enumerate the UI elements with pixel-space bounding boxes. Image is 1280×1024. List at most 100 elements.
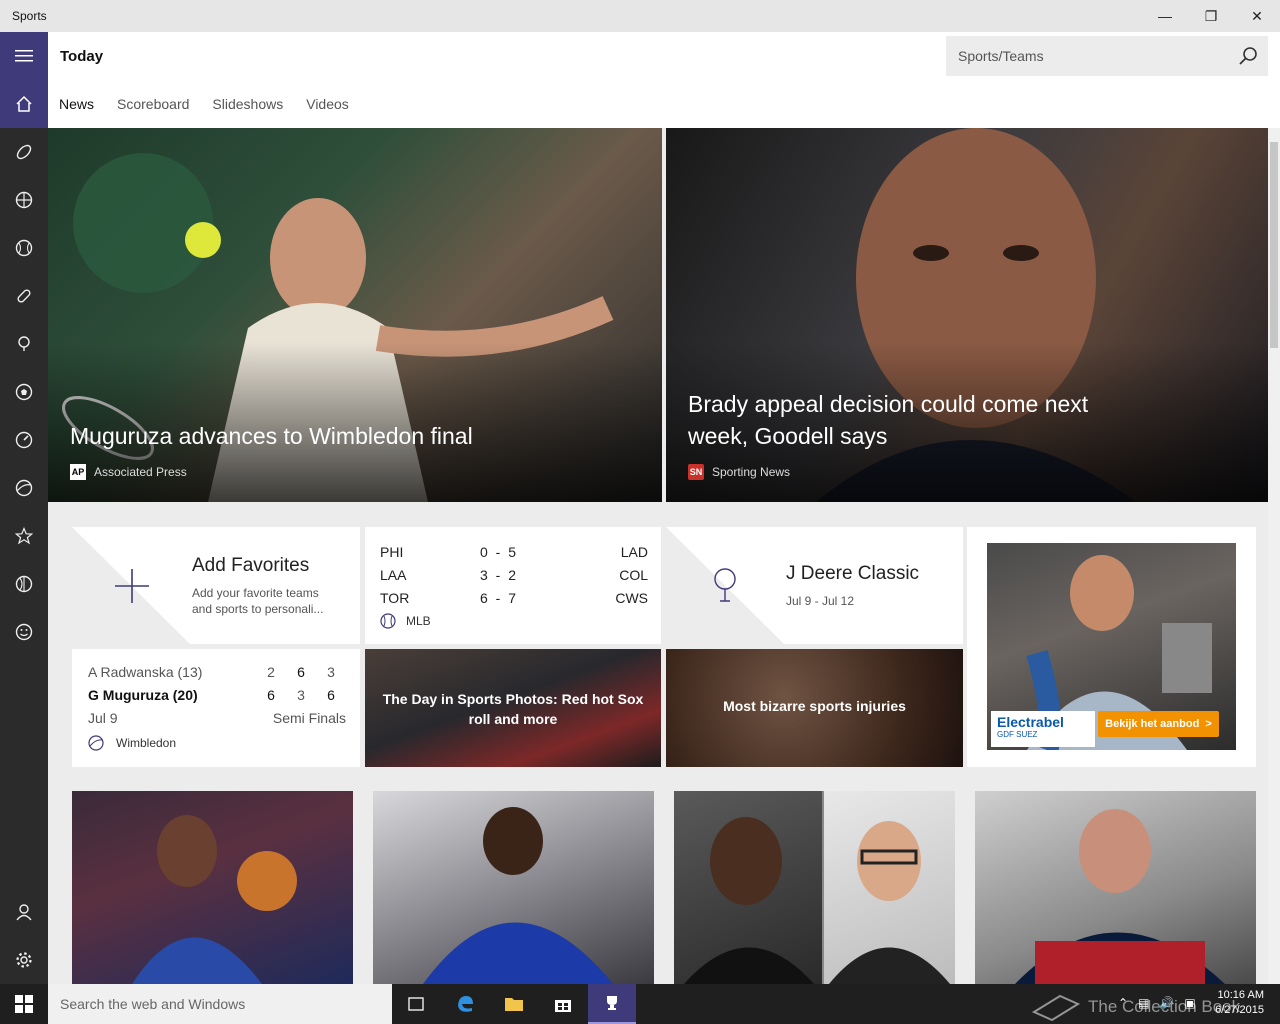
- photo-tile-caption: The Day in Sports Photos: Red hot Sox ro…: [382, 691, 644, 727]
- hockey-icon: [17, 289, 31, 303]
- tab-slideshows[interactable]: Slideshows: [212, 96, 283, 112]
- baseball-icon: [380, 613, 396, 629]
- story-image-clippers[interactable]: [72, 791, 353, 984]
- hamburger-button[interactable]: [0, 32, 48, 80]
- ad-cta-button[interactable]: Bekijk het aanbod >: [1098, 711, 1219, 737]
- golf-event-tile[interactable]: J Deere Classic Jul 9 - Jul 12: [666, 527, 963, 644]
- basketball-icon: [15, 191, 33, 209]
- plus-icon: [115, 569, 149, 603]
- sporting-news-logo-icon: SN: [688, 464, 704, 480]
- home-icon: [16, 95, 32, 112]
- ad-image[interactable]: Electrabel GDF SUEZ Bekijk het aanbod >: [987, 543, 1236, 750]
- hero-headline[interactable]: Brady appeal decision could come next we…: [688, 388, 1128, 452]
- window-title: Sports: [12, 9, 47, 23]
- add-favorites-desc: Add your favorite teams and sports to pe…: [192, 586, 324, 616]
- book-icon: [1031, 994, 1081, 1022]
- hero-story-2[interactable]: Brady appeal decision could come next we…: [666, 128, 1268, 502]
- hamburger-icon: [15, 50, 33, 62]
- minimize-button[interactable]: —: [1142, 0, 1188, 32]
- close-button[interactable]: ✕: [1234, 0, 1280, 32]
- gear-icon: [16, 952, 32, 968]
- score-row[interactable]: PHI 0 - 5 LAD: [380, 541, 648, 564]
- hero-source: AP Associated Press: [70, 464, 187, 480]
- windows-logo-icon: [15, 995, 33, 1013]
- search-icon[interactable]: [1238, 46, 1258, 66]
- tennis-match-tile[interactable]: A Radwanska (13) 2 6 3 G Muguruza (20) 6…: [72, 649, 360, 767]
- photo-tile-caption: Most bizarre sports injuries: [723, 698, 906, 714]
- hero-headline[interactable]: Muguruza advances to Wimbledon final: [70, 420, 473, 452]
- search-box[interactable]: Sports/Teams: [946, 36, 1268, 76]
- advertisement-tile[interactable]: Electrabel GDF SUEZ Bekijk het aanbod >: [967, 527, 1256, 767]
- taskbar-search-input[interactable]: Search the web and Windows: [48, 984, 392, 1024]
- score-row[interactable]: LAA 3 - 2 COL: [380, 564, 648, 587]
- folder-icon: [505, 998, 523, 1011]
- restore-icon: ❐: [1204, 7, 1218, 24]
- story-image-giants[interactable]: [373, 791, 654, 984]
- add-favorites-title: Add Favorites: [192, 555, 310, 576]
- taskbar: Search the web and Windows The Collectio…: [0, 984, 1280, 1024]
- ap-logo-icon: AP: [70, 464, 86, 480]
- hero-story-1[interactable]: Muguruza advances to Wimbledon final AP …: [48, 128, 662, 502]
- store-icon: [555, 1000, 571, 1012]
- golf-event-title: J Deere Classic: [786, 563, 920, 584]
- volume-icon[interactable]: 🔊: [1159, 996, 1174, 1010]
- nav-baseball[interactable]: [0, 224, 48, 272]
- nav-cricket[interactable]: [0, 560, 48, 608]
- golf-event-dates: Jul 9 - Jul 12: [786, 594, 855, 608]
- store-button[interactable]: [539, 984, 587, 1024]
- photo-tile-sports-photos[interactable]: The Day in Sports Photos: Red hot Sox ro…: [365, 649, 661, 767]
- nav-hockey[interactable]: [0, 272, 48, 320]
- racing-icon: [15, 431, 33, 449]
- nav-rail: [0, 32, 48, 984]
- edge-button[interactable]: [441, 984, 489, 1024]
- story-image-pair[interactable]: [674, 791, 955, 984]
- notifications-icon[interactable]: ▣: [1184, 996, 1195, 1010]
- task-view-button[interactable]: [392, 984, 440, 1024]
- scrollbar-thumb[interactable]: [1270, 142, 1278, 348]
- tab-news[interactable]: News: [59, 96, 94, 112]
- nav-settings[interactable]: [0, 936, 48, 984]
- nav-soccer[interactable]: [0, 368, 48, 416]
- ad-brand-sub: GDF SUEZ: [997, 730, 1038, 739]
- tennis-icon: [15, 479, 33, 497]
- story-image-texans[interactable]: [975, 791, 1256, 984]
- tab-videos[interactable]: Videos: [306, 96, 349, 112]
- football-icon: [16, 144, 32, 160]
- soccer-icon: [15, 383, 33, 401]
- person-icon: [16, 904, 32, 921]
- nav-account[interactable]: [0, 888, 48, 936]
- star-icon: [15, 527, 33, 545]
- start-button[interactable]: [0, 984, 48, 1024]
- golf-icon: [18, 336, 30, 351]
- nav-racing[interactable]: [0, 416, 48, 464]
- nav-football[interactable]: [0, 128, 48, 176]
- nav-fantasy[interactable]: [0, 608, 48, 656]
- score-row[interactable]: TOR 6 - 7 CWS: [380, 587, 648, 610]
- add-favorites-tile[interactable]: Add Favorites Add your favorite teams an…: [72, 527, 360, 644]
- nav-favorites[interactable]: [0, 512, 48, 560]
- mlb-scores-tile[interactable]: PHI 0 - 5 LAD LAA 3 - 2 COL TOR 6 - 7 CWS MLB: [365, 527, 661, 644]
- nav-basketball[interactable]: [0, 176, 48, 224]
- task-view-icon: [408, 997, 424, 1011]
- nav-golf[interactable]: [0, 320, 48, 368]
- chevron-up-icon[interactable]: ⌃: [1118, 996, 1128, 1010]
- clock[interactable]: 10:16 AM 6/27/2015: [1215, 988, 1264, 1018]
- main-content: Today Sports/Teams News Scoreboard Slide…: [48, 32, 1280, 984]
- nav-home[interactable]: [0, 80, 48, 128]
- smiley-icon: [15, 623, 33, 641]
- player-row: G Muguruza (20) 6 3 6: [88, 687, 335, 703]
- sports-app-button[interactable]: [588, 984, 636, 1024]
- league-label: MLB: [406, 614, 431, 628]
- search-input[interactable]: Sports/Teams: [958, 48, 1044, 64]
- tab-scoreboard[interactable]: Scoreboard: [117, 96, 189, 112]
- vertical-scrollbar[interactable]: [1268, 128, 1280, 984]
- cricket-icon: [15, 575, 33, 593]
- system-tray: ⌃ ▤ 🔊 ▣: [1118, 996, 1196, 1010]
- minimize-icon: —: [1158, 8, 1172, 24]
- photo-tile-injuries[interactable]: Most bizarre sports injuries: [666, 649, 963, 767]
- nav-tennis[interactable]: [0, 464, 48, 512]
- clock-date: 6/27/2015: [1215, 1004, 1264, 1016]
- network-icon[interactable]: ▤: [1138, 996, 1149, 1010]
- file-explorer-button[interactable]: [490, 984, 538, 1024]
- maximize-button[interactable]: ❐: [1188, 0, 1234, 32]
